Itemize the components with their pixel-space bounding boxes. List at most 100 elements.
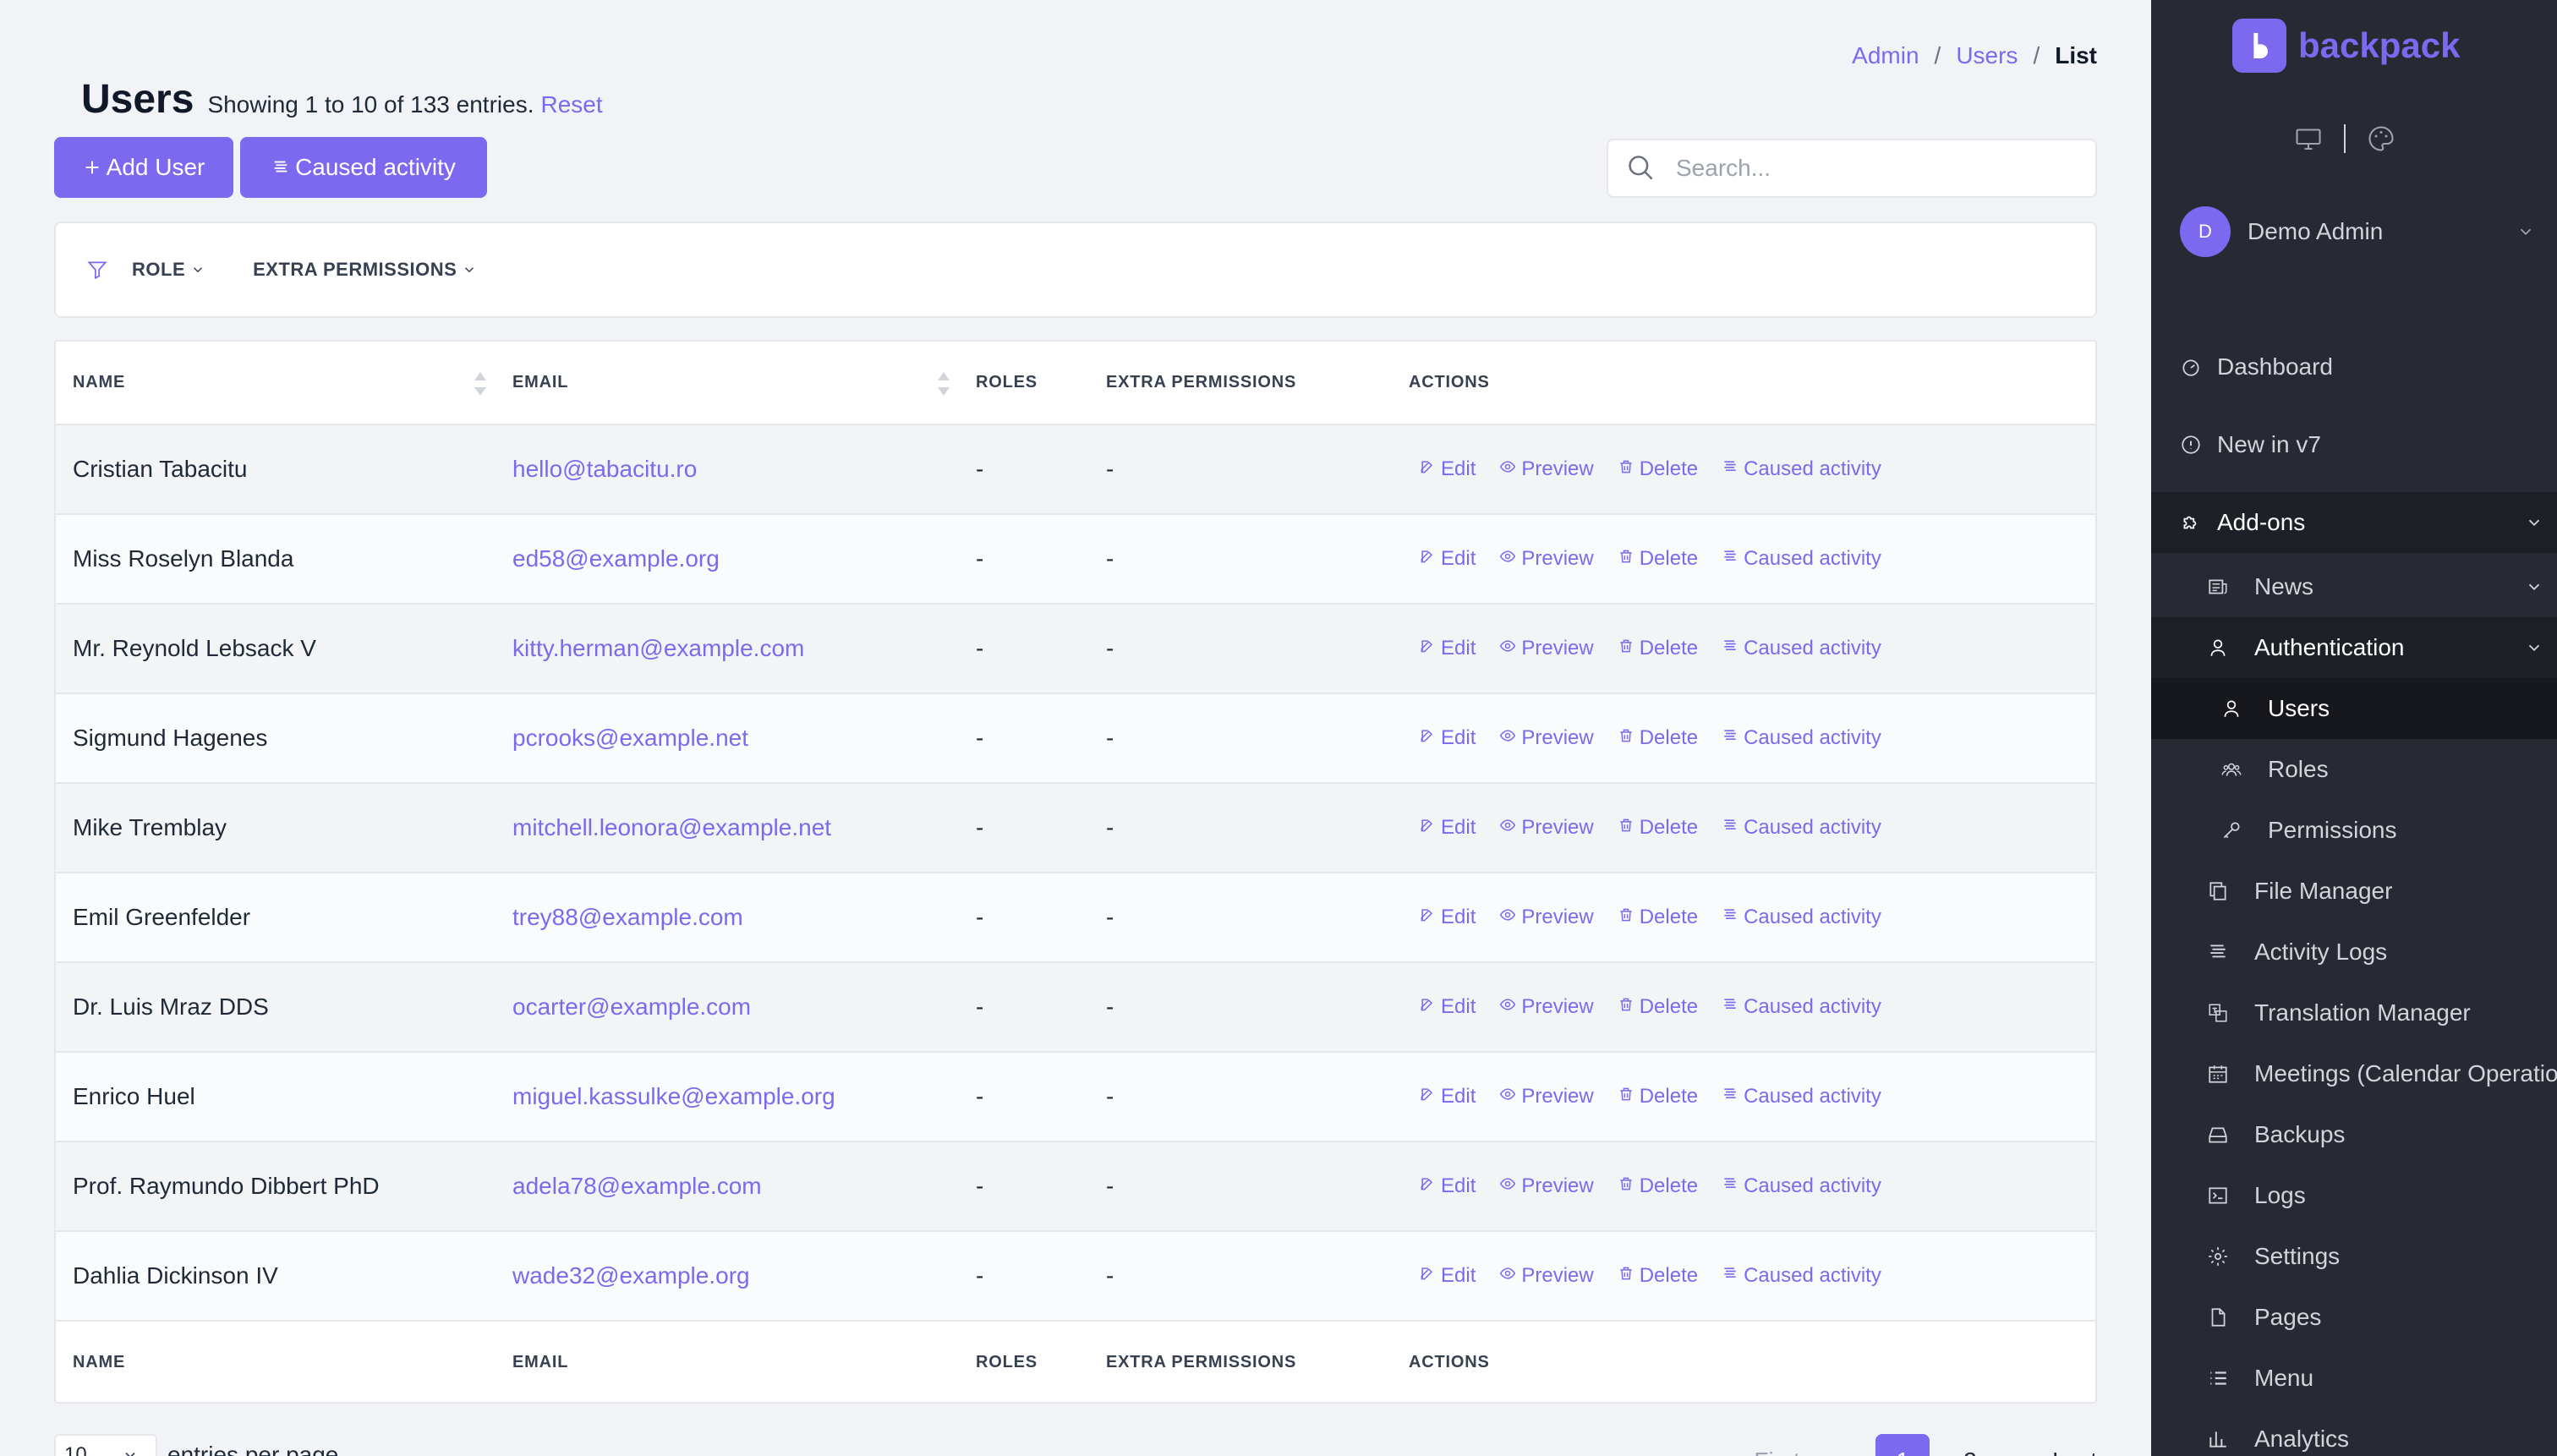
edit-button[interactable]: Edit — [1419, 906, 1476, 929]
table-row: Dr. Luis Mraz DDS ocarter@example.com - … — [56, 962, 2095, 1053]
delete-button[interactable]: Delete — [1618, 1264, 1698, 1288]
column-header-name[interactable]: NAME — [56, 342, 496, 425]
sidebar-item-pages[interactable]: Pages — [2151, 1287, 2557, 1348]
delete-button[interactable]: Delete — [1618, 637, 1698, 660]
caused-activity-button[interactable]: Caused activity — [240, 137, 487, 198]
sidebar-item-users[interactable]: Users — [2151, 678, 2557, 739]
caused-activity-link[interactable]: Caused activity — [1722, 726, 1881, 750]
preview-button[interactable]: Preview — [1499, 547, 1594, 571]
sidebar-item-label: Pages — [2254, 1304, 2322, 1330]
caused-activity-link[interactable]: Caused activity — [1722, 457, 1881, 481]
delete-button[interactable]: Delete — [1618, 816, 1698, 840]
cell-email[interactable]: trey88@example.com — [496, 873, 959, 963]
sidebar-item-logs[interactable]: Logs — [2151, 1165, 2557, 1226]
delete-button[interactable]: Delete — [1618, 547, 1698, 571]
search-input[interactable] — [1676, 155, 2065, 182]
caused-activity-link[interactable]: Caused activity — [1722, 1085, 1881, 1108]
preview-button[interactable]: Preview — [1499, 1264, 1594, 1288]
pager-prev[interactable]: ‹ — [1834, 1448, 1842, 1456]
preview-button[interactable]: Preview — [1499, 637, 1594, 660]
filter-extra-permissions[interactable]: EXTRA PERMISSIONS — [253, 259, 477, 281]
caused-activity-link[interactable]: Caused activity — [1722, 816, 1881, 840]
sidebar-item-label: Dashboard — [2217, 353, 2333, 380]
edit-button[interactable]: Edit — [1419, 1085, 1476, 1108]
pager-first[interactable]: First — [1754, 1448, 1799, 1456]
sidebar-item-meetings-calendar-operation[interactable]: Meetings (Calendar Operation) — [2151, 1043, 2557, 1104]
cell-email[interactable]: mitchell.leonora@example.net — [496, 783, 959, 873]
user-menu[interactable]: D Demo Admin — [2180, 206, 2535, 257]
add-user-button[interactable]: Add User — [54, 137, 233, 198]
delete-button[interactable]: Delete — [1618, 457, 1698, 481]
caused-activity-link[interactable]: Caused activity — [1722, 547, 1881, 571]
pager-next[interactable]: › — [2011, 1448, 2018, 1456]
cell-email[interactable]: pcrooks@example.net — [496, 693, 959, 784]
chevron-down-icon — [2528, 519, 2540, 527]
cell-email[interactable]: miguel.kassulke@example.org — [496, 1052, 959, 1142]
palette-icon[interactable] — [2366, 123, 2396, 154]
cell-email[interactable]: wade32@example.org — [496, 1231, 959, 1321]
sidebar-item-add-ons[interactable]: Add-ons — [2151, 492, 2557, 553]
sidebar-item-translation-manager[interactable]: Translation Manager — [2151, 983, 2557, 1043]
breadcrumb-users[interactable]: Users — [1956, 42, 2018, 69]
caused-activity-link[interactable]: Caused activity — [1722, 995, 1881, 1019]
filter-role[interactable]: ROLE — [132, 259, 205, 281]
edit-button[interactable]: Edit — [1419, 816, 1476, 840]
sidebar-item-settings[interactable]: Settings — [2151, 1226, 2557, 1287]
caused-activity-link[interactable]: Caused activity — [1722, 1174, 1881, 1198]
edit-button[interactable]: Edit — [1419, 1264, 1476, 1288]
preview-button[interactable]: Preview — [1499, 816, 1594, 840]
cell-email[interactable]: ed58@example.org — [496, 514, 959, 605]
caused-activity-link[interactable]: Caused activity — [1722, 1264, 1881, 1288]
caused-activity-link[interactable]: Caused activity — [1722, 906, 1881, 929]
stack-icon — [1722, 547, 1738, 571]
sidebar-item-roles[interactable]: Roles — [2151, 739, 2557, 800]
cell-email[interactable]: ocarter@example.com — [496, 962, 959, 1053]
delete-button[interactable]: Delete — [1618, 906, 1698, 929]
pager-page-1[interactable]: 1 — [1875, 1434, 1930, 1456]
page-title: Users — [81, 77, 194, 122]
sidebar-item-analytics[interactable]: Analytics — [2151, 1409, 2557, 1456]
delete-button[interactable]: Delete — [1618, 1174, 1698, 1198]
sidebar-item-new-in-v7[interactable]: New in v7 — [2151, 414, 2557, 475]
sidebar-item-backups[interactable]: Backups — [2151, 1104, 2557, 1165]
cell-email[interactable]: kitty.herman@example.com — [496, 604, 959, 694]
preview-button[interactable]: Preview — [1499, 1174, 1594, 1198]
brand-logo[interactable]: backpack — [2232, 19, 2460, 73]
page-header: Users Showing 1 to 10 of 133 entries. Re… — [81, 76, 603, 123]
preview-button[interactable]: Preview — [1499, 995, 1594, 1019]
pager-last[interactable]: Last — [2052, 1448, 2097, 1456]
sidebar-item-authentication[interactable]: Authentication — [2151, 617, 2557, 678]
sidebar-item-news[interactable]: News — [2151, 556, 2557, 617]
delete-button[interactable]: Delete — [1618, 995, 1698, 1019]
breadcrumb-admin[interactable]: Admin — [1852, 42, 1919, 69]
preview-button[interactable]: Preview — [1499, 457, 1594, 481]
cell-email[interactable]: hello@tabacitu.ro — [496, 424, 959, 515]
edit-button[interactable]: Edit — [1419, 726, 1476, 750]
breadcrumb-separator: / — [2033, 42, 2040, 68]
column-footer-email: EMAIL — [496, 1320, 959, 1402]
stack-icon — [1722, 816, 1738, 840]
sidebar-item-dashboard[interactable]: Dashboard — [2151, 337, 2557, 397]
sidebar-item-menu[interactable]: Menu — [2151, 1348, 2557, 1409]
delete-button[interactable]: Delete — [1618, 726, 1698, 750]
preview-button[interactable]: Preview — [1499, 906, 1594, 929]
edit-button[interactable]: Edit — [1419, 1174, 1476, 1198]
caused-activity-link[interactable]: Caused activity — [1722, 637, 1881, 660]
sidebar-item-file-manager[interactable]: File Manager — [2151, 861, 2557, 922]
search-box — [1607, 139, 2097, 198]
reset-link[interactable]: Reset — [540, 91, 602, 118]
pager-page-2[interactable]: 2 — [1963, 1448, 1977, 1456]
delete-button[interactable]: Delete — [1618, 1085, 1698, 1108]
edit-button[interactable]: Edit — [1419, 995, 1476, 1019]
preview-button[interactable]: Preview — [1499, 726, 1594, 750]
cell-email[interactable]: adela78@example.com — [496, 1141, 959, 1232]
edit-button[interactable]: Edit — [1419, 547, 1476, 571]
sidebar-item-activity-logs[interactable]: Activity Logs — [2151, 922, 2557, 983]
per-page-select[interactable]: 10 — [54, 1434, 157, 1456]
edit-button[interactable]: Edit — [1419, 637, 1476, 660]
column-header-email[interactable]: EMAIL — [496, 342, 959, 425]
sidebar-item-permissions[interactable]: Permissions — [2151, 800, 2557, 861]
edit-button[interactable]: Edit — [1419, 457, 1476, 481]
preview-button[interactable]: Preview — [1499, 1085, 1594, 1108]
monitor-icon[interactable] — [2293, 123, 2324, 154]
